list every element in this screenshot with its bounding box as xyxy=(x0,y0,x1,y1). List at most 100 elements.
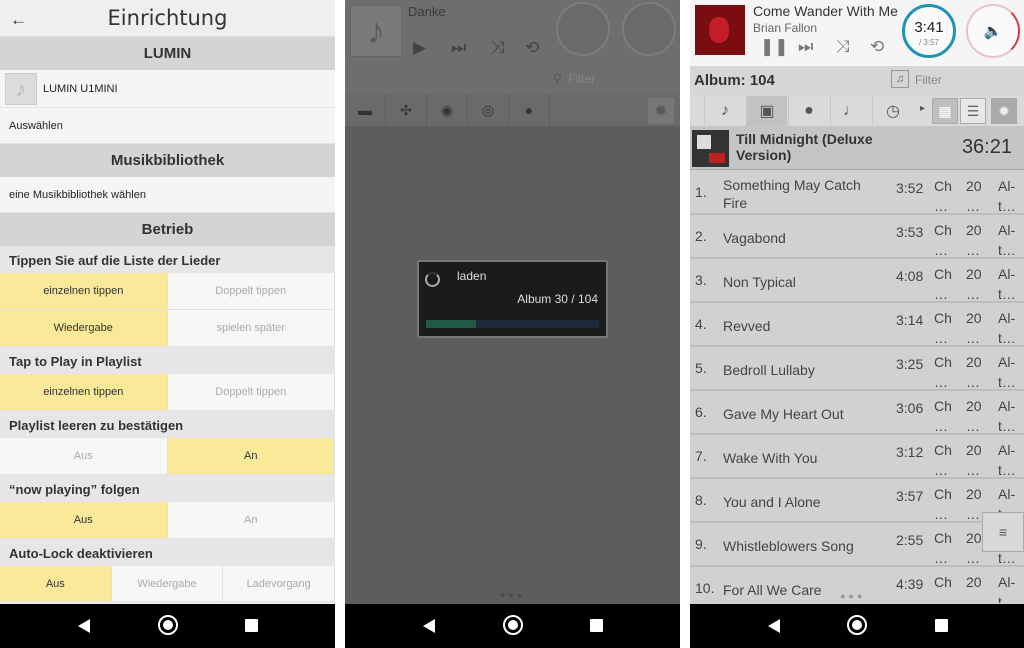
track-album-artist: Al- t… xyxy=(998,398,1016,434)
track-title: Wake With You xyxy=(723,450,818,466)
song-icon[interactable]: ♪ xyxy=(704,96,745,126)
album-count-bar: Album: 104 ♫ Filter xyxy=(690,66,1024,96)
qobuz-icon[interactable]: ◉ xyxy=(427,94,468,126)
track-duration: 3:53 xyxy=(896,224,924,240)
track-row[interactable]: 8.You and I Alone3:57Ch …20 …Al- t… xyxy=(690,479,1024,523)
track-row[interactable]: 6. Gave My Heart Out 3:06 Ch … 20 … Al- t… xyxy=(690,391,1024,435)
nav-back-icon[interactable] xyxy=(77,619,90,633)
option-playlist-double-tap[interactable]: Doppelt tippen xyxy=(167,374,335,411)
track-year: 20 … xyxy=(966,222,982,258)
nav-back-icon[interactable] xyxy=(767,619,780,633)
gear-icon[interactable]: ✹ xyxy=(648,98,674,124)
track-title: Bedroll Lullaby xyxy=(723,362,815,378)
select-device-row[interactable]: Auswählen xyxy=(0,108,335,144)
folder-icon[interactable]: ▬ xyxy=(345,94,386,126)
track-album-artist: Al- t… xyxy=(998,574,1016,603)
scroll-handle-icon[interactable]: ≡ xyxy=(982,512,1024,552)
shuffle-icon[interactable]: ⤨ xyxy=(491,38,505,58)
track-row[interactable]: 4. Revved 3:14 Ch … 20 … Al- t… xyxy=(690,303,1024,347)
time-circle xyxy=(556,2,610,56)
follow-options: Aus An xyxy=(0,502,335,539)
option-clear-off[interactable]: Aus xyxy=(0,438,168,475)
time-circle[interactable]: 3:41 / 3:57 xyxy=(902,4,956,58)
filter-input[interactable]: Filter xyxy=(915,73,942,87)
repeat-icon[interactable]: ⟲ xyxy=(870,37,884,57)
track-composer: Ch … xyxy=(934,310,952,346)
option-lock-off[interactable]: Aus xyxy=(0,566,112,602)
option-play[interactable]: Wiedergabe xyxy=(0,310,168,347)
gear-icon[interactable]: ✹ xyxy=(991,98,1017,124)
tidal-icon[interactable]: ✣ xyxy=(386,94,427,126)
track-duration: 2:55 xyxy=(896,532,924,548)
track-row[interactable]: 5. Bedroll Lullaby 3:25 Ch … 20 … Al- t… xyxy=(690,347,1024,391)
option-double-tap[interactable]: Doppelt tippen xyxy=(167,273,335,310)
grid-view-icon[interactable]: ▦ xyxy=(932,98,958,124)
track-year: 20 … xyxy=(966,398,982,434)
track-row[interactable]: 2. Vagabond 3:53 Ch … 20 … Al- t… xyxy=(690,215,1024,259)
nav-home-icon[interactable] xyxy=(502,615,523,635)
track-composer: Ch … xyxy=(934,178,952,214)
track-row[interactable]: 3. Non Typical 4:08 Ch … 20 … Al- t… xyxy=(690,259,1024,303)
album-art[interactable] xyxy=(695,5,745,55)
nav-home-icon[interactable] xyxy=(157,615,178,635)
source-tabs: ▬ ✣ ◉ ◎ ● xyxy=(345,94,680,126)
track-composer: Ch … xyxy=(934,354,952,390)
spotify-icon[interactable]: ● xyxy=(509,94,550,126)
track-duration: 3:06 xyxy=(896,400,924,416)
android-nav-bar xyxy=(345,604,680,648)
genre-icon[interactable]: ♩ xyxy=(830,96,871,126)
nav-recent-icon[interactable] xyxy=(590,619,604,632)
option-follow-off[interactable]: Aus xyxy=(0,502,168,539)
option-follow-on[interactable]: An xyxy=(167,502,335,539)
album-count: Album: 104 xyxy=(694,72,775,89)
album-duration: 36:21 xyxy=(961,136,1012,158)
track-composer: Ch … xyxy=(934,574,952,603)
volume-icon[interactable]: 🔈 xyxy=(966,4,1020,58)
nav-recent-icon[interactable] xyxy=(934,619,948,632)
option-lock-loading[interactable]: Ladevorgang xyxy=(223,566,335,602)
play-icon[interactable]: ▶ xyxy=(413,38,426,58)
nav-home-icon[interactable] xyxy=(847,615,867,635)
option-single-tap[interactable]: einzelnen tippen xyxy=(0,273,168,310)
album-icon[interactable]: ▣ xyxy=(746,96,787,126)
pause-icon[interactable]: ❚❚ xyxy=(760,37,789,57)
option-clear-on[interactable]: An xyxy=(167,438,335,475)
android-nav-bar xyxy=(690,604,1024,648)
repeat-icon[interactable]: ⟲ xyxy=(525,38,539,58)
filter-input[interactable]: Filter xyxy=(568,72,595,86)
option-lock-playback[interactable]: Wiedergabe xyxy=(111,566,224,602)
track-composer: Ch … xyxy=(934,442,952,478)
more-arrow-icon[interactable]: ▸ xyxy=(920,103,925,114)
list-view-icon[interactable]: ☰ xyxy=(960,98,986,124)
shuffle-icon[interactable]: ⤨ xyxy=(836,37,850,57)
option-playlist-single-tap[interactable]: einzelnen tippen xyxy=(0,374,168,411)
track-duration: 3:57 xyxy=(896,488,924,504)
recent-icon[interactable]: ◷ xyxy=(872,96,913,126)
track-composer: Ch … xyxy=(934,398,952,434)
volume-button[interactable] xyxy=(622,2,676,56)
auto-lock-label: Auto-Lock deaktivieren xyxy=(0,539,335,566)
album-header[interactable]: Till Midnight (Deluxe Version) 36:21 xyxy=(690,126,1024,170)
track-title: Non Typical xyxy=(723,274,796,290)
artist-icon[interactable]: ● xyxy=(788,96,829,126)
track-row[interactable]: 9.Whistleblowers Song2:55Ch …20 …Al- t… xyxy=(690,523,1024,567)
track-album-artist: Al- t… xyxy=(998,310,1016,346)
nav-recent-icon[interactable] xyxy=(245,619,259,632)
option-play-later[interactable]: spielen später xyxy=(167,310,335,347)
radio-icon[interactable]: ◎ xyxy=(468,94,509,126)
progress-bar xyxy=(426,320,599,328)
choose-library-row[interactable]: eine Musikbibliothek wählen xyxy=(0,177,335,213)
song-title: Come Wander With Me xyxy=(753,3,898,19)
track-row[interactable]: 1. Something May Catch Fire 3:52 Ch … 20 … Al… xyxy=(690,171,1024,215)
next-icon[interactable]: ⏭ xyxy=(798,37,813,57)
phone-screens: ← Einrichtung LUMIN ♪ LUMIN U1MINI Auswä… xyxy=(0,0,1024,648)
tap-song-list-label: Tippen Sie auf die Liste der Lieder xyxy=(0,246,335,273)
device-row[interactable]: ♪ LUMIN U1MINI xyxy=(0,70,335,108)
track-row[interactable]: 7. Wake With You 3:12 Ch … 20 … Al- t… xyxy=(690,435,1024,479)
track-year: 20 … xyxy=(966,354,982,390)
browse-tabs: ♪ ▣ ● ♩ ◷ ▸ ▦ ☰ ✹ xyxy=(690,96,1024,126)
section-lumin: LUMIN xyxy=(0,37,335,70)
next-icon[interactable]: ⏭ xyxy=(451,38,466,58)
track-year: 20 … xyxy=(966,442,982,478)
nav-back-icon[interactable] xyxy=(422,619,435,633)
